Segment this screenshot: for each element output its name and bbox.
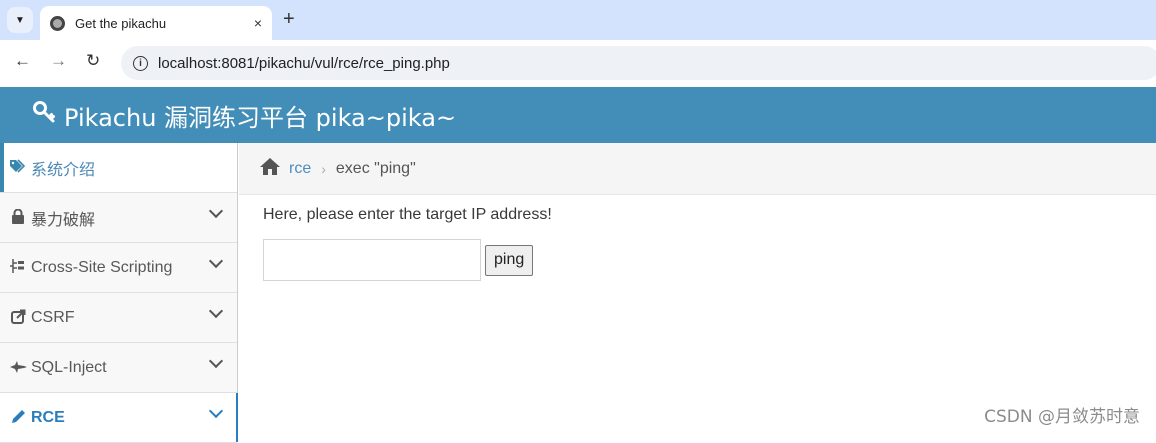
tab-search-button[interactable]: ▼ [7,7,33,33]
fighter-jet-icon [9,360,27,376]
url-text[interactable]: localhost:8081/pikachu/vul/rce/rce_ping.… [158,55,450,72]
browser-tab-strip: ▼ Get the pikachu × + [0,0,1156,40]
breadcrumb-link-rce[interactable]: rce [289,160,311,178]
chevron-down-icon [208,203,224,219]
sidebar-item-label: 暴力破解 [31,211,96,229]
lock-icon [9,208,27,227]
tags-icon [9,159,27,176]
share-icon [9,309,27,327]
ping-button[interactable]: ping [485,244,534,276]
sidebar-item-sqli[interactable]: SQL-Inject [0,343,237,393]
close-tab-button[interactable]: × [254,15,262,31]
key-icon [32,100,56,130]
breadcrumb-separator: › [321,160,326,177]
breadcrumb-current: exec "ping" [335,159,416,177]
ping-form: ping [263,239,552,281]
tab-title: Get the pikachu [75,15,167,31]
app-header: Pikachu 漏洞练习平台 pika~pika~ [0,87,1156,143]
ping-prompt: Here, please enter the target IP address… [263,206,552,223]
browser-tab[interactable]: Get the pikachu × [40,6,272,40]
main-content: Here, please enter the target IP address… [263,206,552,281]
breadcrumb: rce › exec "ping" [239,143,1156,195]
sitemap-icon [9,259,27,276]
home-icon[interactable] [259,157,281,181]
reload-button[interactable]: ↻ [86,51,100,71]
chevron-down-icon [208,403,224,419]
sidebar-item-intro[interactable]: 系统介绍 [0,143,237,193]
sidebar-item-label: 系统介绍 [31,161,96,179]
sidebar: 系统介绍 暴力破解 Cross-Site Scripting CSRF SQL-… [0,143,238,443]
app-title[interactable]: Pikachu 漏洞练习平台 pika~pika~ [64,98,456,133]
chevron-down-icon: ▼ [15,14,25,26]
sidebar-item-xss[interactable]: Cross-Site Scripting [0,243,237,293]
forward-button[interactable]: → [50,51,67,71]
sidebar-item-bruteforce[interactable]: 暴力破解 [0,193,237,243]
address-bar[interactable]: i localhost:8081/pikachu/vul/rce/rce_pin… [121,46,1156,80]
globe-icon [50,15,65,31]
browser-toolbar: ← → ↻ i localhost:8081/pikachu/vul/rce/r… [0,40,1156,86]
sidebar-item-label: SQL-Inject [31,358,107,376]
sidebar-item-label: RCE [31,408,65,426]
chevron-down-icon [208,353,224,369]
sidebar-item-rce[interactable]: RCE [0,393,238,443]
sidebar-item-label: CSRF [31,308,75,326]
site-info-icon[interactable]: i [133,55,148,71]
back-button[interactable]: ← [14,51,31,71]
chevron-down-icon [208,253,224,269]
new-tab-button[interactable]: + [283,8,295,31]
watermark: CSDN @月敛苏时意 [984,407,1140,427]
sidebar-item-csrf[interactable]: CSRF [0,293,237,343]
pencil-icon [9,409,27,427]
sidebar-item-label: Cross-Site Scripting [31,258,173,276]
ip-address-input[interactable] [263,239,481,281]
chevron-down-icon [208,303,224,319]
